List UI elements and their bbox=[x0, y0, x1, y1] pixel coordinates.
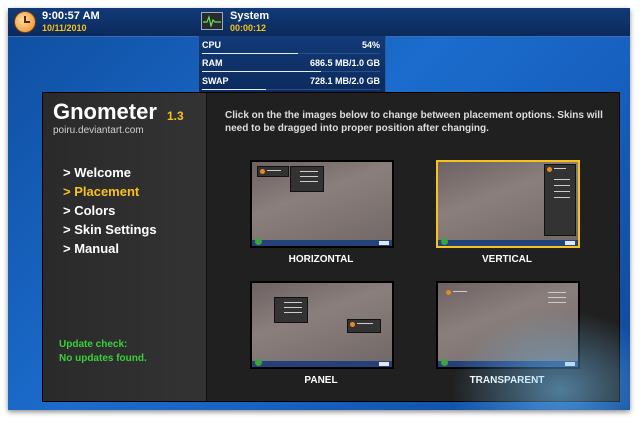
stat-swap: SWAP 728.1 MB/2.0 GB bbox=[202, 74, 380, 90]
placement-option-panel[interactable]: PANEL bbox=[250, 281, 394, 386]
sidebar-item-placement[interactable]: > Placement bbox=[63, 182, 157, 201]
usage-bar bbox=[202, 53, 380, 54]
placement-option-vertical[interactable]: VERTICAL bbox=[436, 160, 580, 265]
vertical-preview-image[interactable] bbox=[436, 160, 580, 248]
stat-value: 728.1 MB/2.0 GB bbox=[309, 76, 380, 86]
placement-option-transparent[interactable]: TRANSPARENT bbox=[436, 281, 580, 386]
stat-value: 54% bbox=[361, 40, 380, 50]
panel-preview-image[interactable] bbox=[250, 281, 394, 369]
gnometer-settings-window: Gnometer 1.3 poiru.deviantart.com > Welc… bbox=[42, 92, 620, 402]
clock-icon bbox=[14, 11, 36, 33]
system-title: System bbox=[230, 10, 270, 22]
placement-instructions: Click on the the images below to change … bbox=[225, 110, 603, 134]
usage-bar bbox=[202, 71, 380, 72]
sidebar-item-skin-settings[interactable]: > Skin Settings bbox=[63, 220, 157, 239]
sidebar-item-manual[interactable]: > Manual bbox=[63, 239, 157, 258]
app-version: 1.3 bbox=[167, 109, 184, 123]
sidebar: Gnometer 1.3 poiru.deviantart.com > Welc… bbox=[43, 93, 207, 401]
sidebar-item-colors[interactable]: > Colors bbox=[63, 201, 157, 220]
sidebar-item-welcome[interactable]: > Welcome bbox=[63, 163, 157, 182]
app-title: Gnometer bbox=[53, 99, 157, 124]
update-status: No updates found. bbox=[59, 353, 147, 364]
usage-bar bbox=[202, 89, 380, 90]
stat-label: RAM bbox=[202, 58, 223, 68]
stat-ram: RAM 686.5 MB/1.0 GB bbox=[202, 56, 380, 72]
stat-cpu: CPU 54% bbox=[202, 38, 380, 54]
sidebar-menu: > Welcome > Placement > Colors > Skin Se… bbox=[63, 163, 157, 258]
desktop: 9:00:57 AM 10/11/2010 System 00:00:12 CP… bbox=[8, 8, 630, 410]
stat-value: 686.5 MB/1.0 GB bbox=[309, 58, 380, 68]
system-stats-panel: CPU 54% RAM 686.5 MB/1.0 GB SWAP 728.1 M… bbox=[198, 36, 386, 95]
top-gadget-bar: 9:00:57 AM 10/11/2010 System 00:00:12 bbox=[8, 8, 630, 37]
stat-label: CPU bbox=[202, 40, 222, 50]
system-monitor-icon bbox=[201, 12, 223, 30]
option-label: PANEL bbox=[304, 375, 338, 386]
placement-option-horizontal[interactable]: HORIZONTAL bbox=[250, 160, 394, 265]
stat-label: SWAP bbox=[202, 76, 229, 86]
clock-time: 9:00:57 AM bbox=[42, 10, 100, 22]
system-uptime: 00:00:12 bbox=[230, 23, 267, 33]
clock-date: 10/11/2010 bbox=[42, 23, 87, 33]
transparent-preview-image[interactable] bbox=[436, 281, 580, 369]
app-subtitle: poiru.deviantart.com bbox=[53, 125, 144, 136]
option-label: HORIZONTAL bbox=[288, 254, 354, 265]
option-label: TRANSPARENT bbox=[469, 375, 545, 386]
update-check-label: Update check: bbox=[59, 339, 128, 350]
option-label: VERTICAL bbox=[482, 254, 532, 265]
horizontal-preview-image[interactable] bbox=[250, 160, 394, 248]
